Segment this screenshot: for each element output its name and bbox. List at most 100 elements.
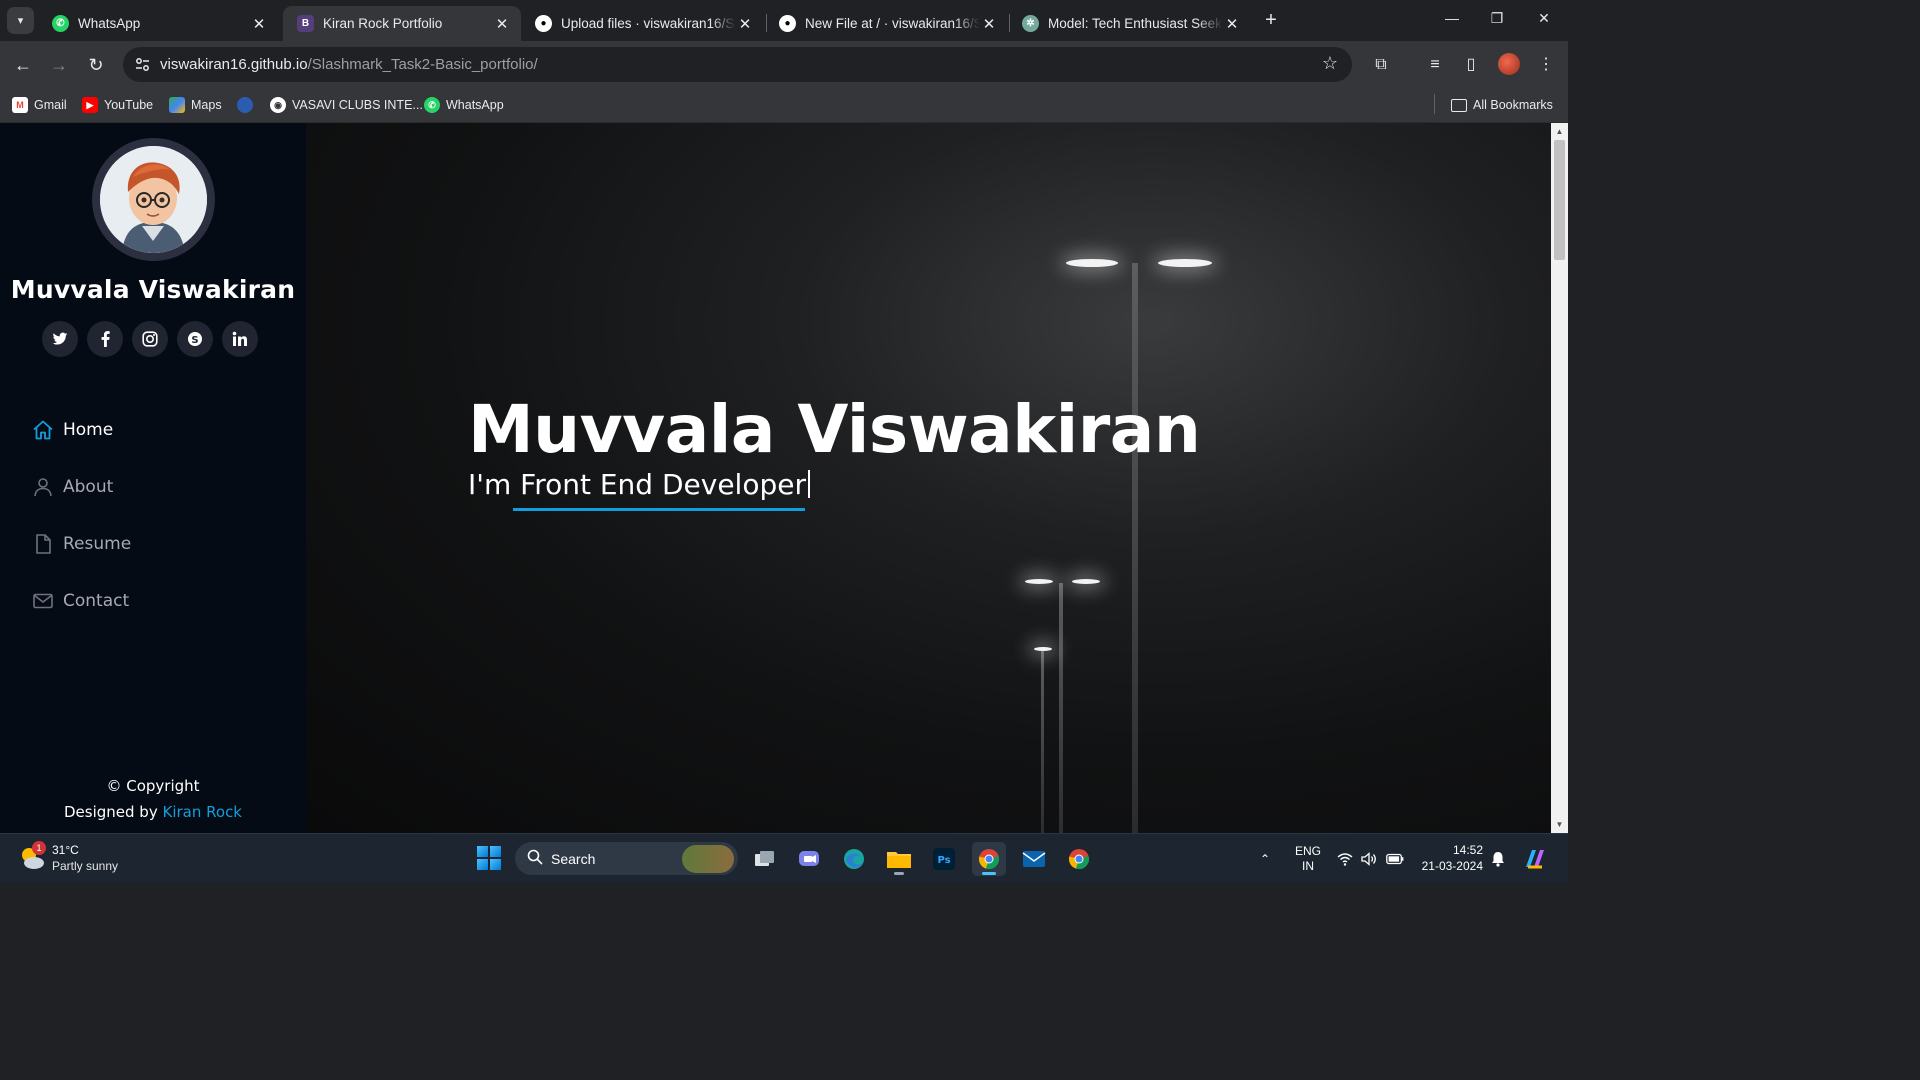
close-tab-icon[interactable]: ✕ xyxy=(493,15,511,33)
edge-like-icon xyxy=(237,97,253,113)
new-tab-button[interactable]: + xyxy=(1261,9,1281,31)
skype-icon[interactable]: S xyxy=(177,321,213,357)
github-icon: ● xyxy=(535,15,552,32)
close-tab-icon[interactable]: ✕ xyxy=(736,15,754,33)
nav-item-contact[interactable]: Contact xyxy=(32,572,131,629)
browser-tab-strip: ▾ ✆ WhatsApp ✕ B Kiran Rock Portfolio ✕ … xyxy=(0,0,1568,41)
show-hidden-icons-chevron[interactable]: ⌃ xyxy=(1260,834,1270,882)
close-tab-icon[interactable]: ✕ xyxy=(1223,15,1241,33)
all-bookmarks-button[interactable]: All Bookmarks xyxy=(1451,95,1553,115)
scroll-down-arrow-icon[interactable]: ▼ xyxy=(1551,816,1568,833)
bookmarks-bar: M Gmail ▶ YouTube Maps ◉ VASAVI CLUBS IN… xyxy=(0,88,1568,123)
media-controls-icon[interactable]: ≡ xyxy=(1424,54,1446,76)
url-text: viswakiran16.github.io/Slashmark_Task2-B… xyxy=(160,56,538,73)
file-icon xyxy=(32,533,54,555)
menu-kebab-icon[interactable]: ⋮ xyxy=(1535,54,1557,76)
whatsapp-icon: ✆ xyxy=(52,15,69,32)
copilot-icon[interactable] xyxy=(1522,834,1548,882)
bookmark-star-icon[interactable]: ☆ xyxy=(1322,53,1338,74)
github-icon: ● xyxy=(779,15,796,32)
instagram-icon[interactable] xyxy=(132,321,168,357)
typed-text-underline xyxy=(513,508,805,511)
edge-icon[interactable] xyxy=(837,842,871,876)
close-tab-icon[interactable]: ✕ xyxy=(980,15,998,33)
typing-cursor xyxy=(807,470,810,498)
file-explorer-icon[interactable] xyxy=(882,842,916,876)
page-scrollbar[interactable]: ▲ ▼ xyxy=(1551,123,1568,833)
envelope-icon xyxy=(32,590,54,612)
tab-new-file[interactable]: ● New File at / · viswakiran16/Slashmark… xyxy=(765,6,1008,41)
partly-sunny-icon: 1 xyxy=(18,841,46,872)
tab-upload-files[interactable]: ● Upload files · viswakiran16/Slashmark … xyxy=(521,6,764,41)
sidebar-profile-name: Muvvala Viswakiran xyxy=(10,275,296,304)
restore-button[interactable]: ❐ xyxy=(1487,10,1507,27)
volume-icon[interactable] xyxy=(1361,834,1377,882)
svg-text:S: S xyxy=(191,335,198,346)
street-lamp-light xyxy=(1025,579,1053,584)
battery-icon[interactable] xyxy=(1386,834,1404,882)
minimize-button[interactable]: — xyxy=(1442,10,1462,26)
street-lamp-light xyxy=(1158,259,1212,267)
chrome-icon[interactable] xyxy=(972,842,1006,876)
nav-item-resume[interactable]: Resume xyxy=(32,515,131,572)
scroll-up-arrow-icon[interactable]: ▲ xyxy=(1551,123,1568,140)
bookmark-maps[interactable]: Maps xyxy=(169,95,222,115)
street-lamp-light xyxy=(1072,579,1100,584)
nav-item-home[interactable]: Home xyxy=(32,401,131,458)
browser-toolbar: ← → ↻ viswakiran16.github.io/Slashmark_T… xyxy=(0,41,1568,88)
tab-chatgpt[interactable]: ✲ Model: Tech Enthusiast Seeks Opportuni… xyxy=(1008,6,1251,41)
bookmark-youtube[interactable]: ▶ YouTube xyxy=(82,95,153,115)
close-tab-icon[interactable]: ✕ xyxy=(250,15,268,33)
task-view-icon[interactable] xyxy=(748,842,782,876)
forward-button[interactable]: → xyxy=(47,53,71,77)
bookmark-gmail[interactable]: M Gmail xyxy=(12,95,67,115)
street-lamp-pole xyxy=(1059,583,1063,833)
street-lamp-pole xyxy=(1041,651,1044,833)
author-link[interactable]: Kiran Rock xyxy=(163,803,243,821)
site-info-icon[interactable] xyxy=(134,56,151,73)
language-indicator[interactable]: ENG IN xyxy=(1295,834,1321,882)
whatsapp-icon: ✆ xyxy=(424,97,440,113)
wifi-icon[interactable] xyxy=(1337,834,1353,882)
search-highlight-image xyxy=(682,844,734,873)
profile-image-frame xyxy=(92,138,215,261)
chrome-profile-icon[interactable] xyxy=(1062,842,1096,876)
bookmark-vasavi-clubs[interactable]: ◉ VASAVI CLUBS INTE... xyxy=(270,95,423,115)
bookmark-whatsapp[interactable]: ✆ WhatsApp xyxy=(424,95,504,115)
gmail-icon: M xyxy=(12,97,28,113)
notification-bell-icon[interactable] xyxy=(1491,834,1505,882)
facebook-icon[interactable] xyxy=(87,321,123,357)
youtube-icon: ▶ xyxy=(82,97,98,113)
sidebar-nav: Home About Resume Contact xyxy=(32,401,131,629)
maps-icon xyxy=(169,97,185,113)
page-viewport: Muvvala Viswakiran S Home About Resume C… xyxy=(0,123,1568,833)
taskbar-search[interactable]: Search xyxy=(515,842,738,875)
nav-item-about[interactable]: About xyxy=(32,458,131,515)
twitter-icon[interactable] xyxy=(42,321,78,357)
tab-kiran-rock-portfolio[interactable]: B Kiran Rock Portfolio ✕ xyxy=(283,6,521,41)
windows-start-button[interactable] xyxy=(477,846,501,870)
reload-button[interactable]: ↻ xyxy=(84,53,108,77)
street-lamp-light xyxy=(1066,259,1118,267)
mail-icon[interactable] xyxy=(1017,842,1051,876)
photoshop-icon[interactable]: Ps xyxy=(927,842,961,876)
screen: ▾ ✆ WhatsApp ✕ B Kiran Rock Portfolio ✕ … xyxy=(0,0,1568,882)
search-icon xyxy=(527,849,543,868)
running-indicator xyxy=(982,872,996,875)
address-bar[interactable]: viswakiran16.github.io/Slashmark_Task2-B… xyxy=(123,47,1352,82)
tab-whatsapp[interactable]: ✆ WhatsApp ✕ xyxy=(38,6,278,41)
copyright-text: © Copyright xyxy=(106,777,200,795)
bookmark-unnamed[interactable] xyxy=(237,95,259,115)
tab-search-button[interactable]: ▾ xyxy=(7,7,34,34)
side-panel-icon[interactable]: ▯ xyxy=(1460,54,1482,76)
weather-widget[interactable]: 1 31°C Partly sunny xyxy=(18,841,118,874)
scrollbar-thumb[interactable] xyxy=(1554,140,1565,260)
weather-notification-badge: 1 xyxy=(32,841,46,855)
back-button[interactable]: ← xyxy=(11,53,35,77)
linkedin-icon[interactable] xyxy=(222,321,258,357)
profile-avatar[interactable] xyxy=(1498,53,1520,75)
teams-chat-icon[interactable] xyxy=(792,842,826,876)
system-clock[interactable]: 14:52 21-03-2024 xyxy=(1415,842,1483,874)
extensions-icon[interactable]: ⧉ xyxy=(1370,54,1392,76)
close-window-button[interactable]: ✕ xyxy=(1534,10,1554,27)
